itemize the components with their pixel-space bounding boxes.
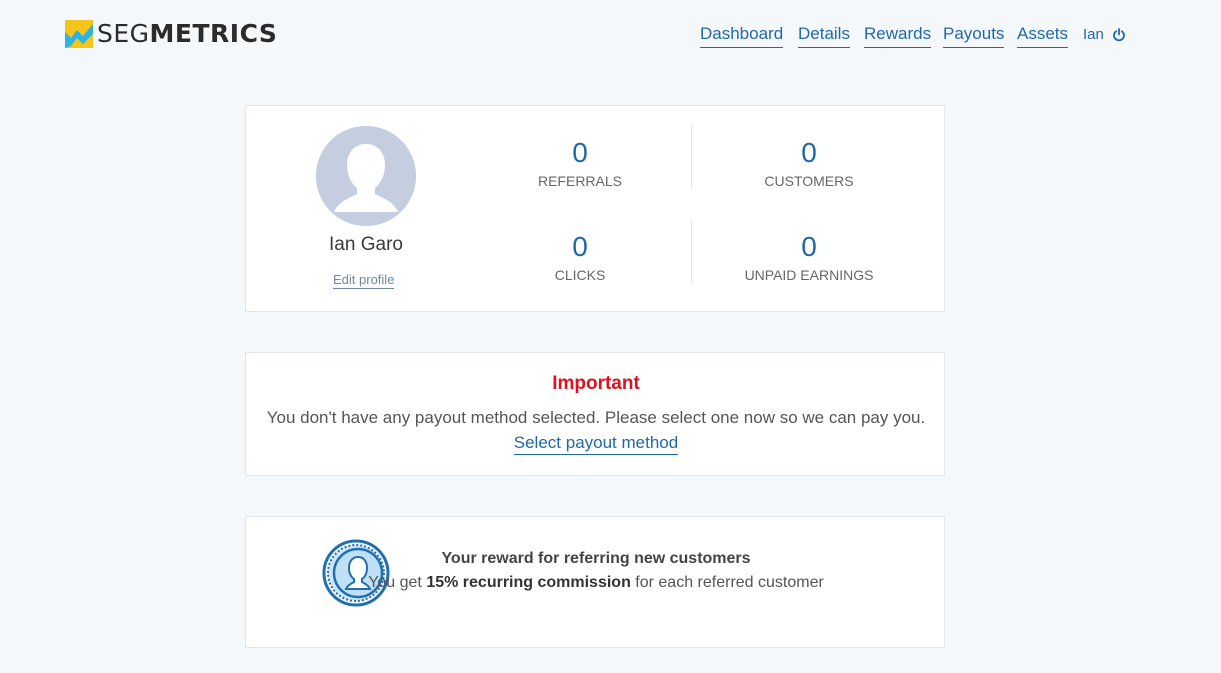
reward-title: Your reward for referring new customers — [441, 550, 751, 567]
power-icon[interactable] — [1112, 27, 1126, 42]
stat-divider-top — [691, 126, 692, 189]
stat-clicks-label: CLICKS — [554, 267, 606, 283]
important-message: You don't have any payout method selecte… — [266, 408, 926, 427]
stat-clicks: 0 CLICKS — [465, 230, 695, 284]
reward-desc-suffix: for each referred customer — [630, 574, 824, 591]
nav-payouts[interactable]: Payouts — [943, 24, 1005, 48]
main-nav: Dashboard Details Rewards Payouts Assets… — [0, 24, 1221, 54]
profile-card: Ian Garo Edit profile 0 REFERRALS 0 CUST… — [245, 105, 945, 312]
reward-card: Your reward for referring new customers … — [245, 516, 945, 648]
reward-description: You get 15% recurring commission for eac… — [346, 574, 846, 592]
user-menu: Ian — [1083, 26, 1126, 43]
user-silhouette-icon — [316, 126, 416, 226]
profile-name: Ian Garo — [329, 234, 403, 255]
nav-rewards[interactable]: Rewards — [864, 24, 932, 48]
stat-unpaid-earnings: 0 UNPAID EARNINGS — [694, 230, 924, 284]
payout-link-wrap: Select payout method — [246, 433, 946, 455]
stat-unpaid-earnings-label: UNPAID EARNINGS — [744, 267, 874, 283]
stat-unpaid-earnings-value: 0 — [801, 231, 817, 262]
important-title: Important — [552, 373, 640, 394]
stat-referrals-value: 0 — [572, 137, 588, 168]
stat-clicks-value: 0 — [572, 231, 588, 262]
important-card: Important You don't have any payout meth… — [245, 352, 945, 476]
reward-desc-commission: 15% recurring commission — [426, 574, 631, 591]
stat-customers: 0 CUSTOMERS — [694, 136, 924, 190]
select-payout-method-link[interactable]: Select payout method — [513, 433, 679, 455]
nav-details[interactable]: Details — [798, 24, 850, 48]
reward-desc-prefix: You get — [368, 574, 427, 591]
stat-customers-label: CUSTOMERS — [764, 173, 854, 189]
coin-icon — [322, 539, 390, 607]
nav-dashboard[interactable]: Dashboard — [700, 24, 784, 48]
edit-profile-link[interactable]: Edit profile — [333, 272, 395, 289]
header: SEGMETRICS Dashboard Details Rewards Pay… — [0, 0, 1221, 70]
stat-referrals-label: REFERRALS — [537, 173, 623, 189]
stat-referrals: 0 REFERRALS — [465, 136, 695, 190]
user-name[interactable]: Ian — [1083, 26, 1104, 43]
nav-assets[interactable]: Assets — [1017, 24, 1069, 48]
stat-divider-bottom — [691, 220, 692, 283]
stat-customers-value: 0 — [801, 137, 817, 168]
